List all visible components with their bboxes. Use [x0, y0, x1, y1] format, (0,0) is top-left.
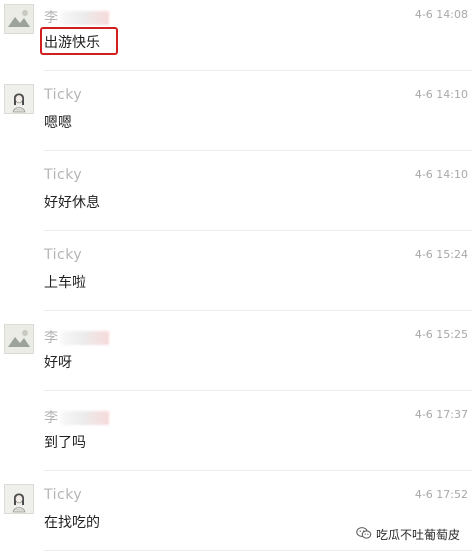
message-text: 好呀 [44, 355, 72, 371]
message-time: 4-6 17:52 [414, 488, 468, 501]
chat-history: 李 4-6 14:08 出游快乐 Ticky 4-6 14:10 嗯嗯 Tick… [0, 0, 472, 554]
red-highlight-box [40, 27, 118, 55]
message-row[interactable]: 李 4-6 15:25 好呀 [0, 320, 472, 400]
message-row[interactable]: Ticky 4-6 14:10 嗯嗯 [0, 80, 472, 160]
sender-name: Ticky [44, 167, 83, 183]
redacted-name-blur [60, 331, 109, 345]
message-text: 上车啦 [44, 275, 86, 291]
message-text: 到了吗 [44, 435, 86, 451]
message-separator [44, 70, 472, 71]
message-separator [44, 390, 472, 391]
message-time: 4-6 14:10 [414, 168, 468, 181]
message-time: 4-6 14:08 [414, 8, 468, 21]
sender-name-text: 李 [44, 10, 59, 26]
message-row[interactable]: Ticky 4-6 14:10 好好休息 [0, 160, 472, 240]
sender-name-text: 李 [44, 330, 59, 346]
message-separator [44, 550, 472, 551]
sender-name-text: 李 [44, 410, 59, 426]
girl-sketch-avatar-icon[interactable] [4, 84, 34, 114]
message-row[interactable]: Ticky 4-6 17:52 在找吃的 [0, 480, 472, 560]
sender-name: Ticky [44, 87, 83, 103]
message-time: 4-6 14:10 [414, 88, 468, 101]
message-time: 4-6 15:24 [414, 248, 468, 261]
message-row[interactable]: 李 4-6 17:37 到了吗 [0, 400, 472, 480]
message-row[interactable]: 李 4-6 14:08 出游快乐 [0, 0, 472, 80]
message-separator [44, 150, 472, 151]
redacted-name-blur [60, 11, 109, 25]
sender-name: 李 [44, 7, 109, 27]
watermark: 吃瓜不吐葡萄皮 [356, 524, 460, 544]
sender-name: Ticky [44, 247, 83, 263]
message-text: 在找吃的 [44, 515, 100, 531]
message-time: 4-6 15:25 [414, 328, 468, 341]
message-text: 好好休息 [44, 195, 100, 211]
message-separator [44, 230, 472, 231]
sender-name: 李 [44, 327, 109, 347]
landscape-avatar-icon[interactable] [4, 4, 34, 34]
message-separator [44, 310, 472, 311]
wechat-official-account-icon [356, 526, 372, 543]
redacted-name-blur [60, 411, 109, 425]
girl-sketch-avatar-icon[interactable] [4, 484, 34, 514]
message-text: 嗯嗯 [44, 115, 72, 131]
message-time: 4-6 17:37 [414, 408, 468, 421]
message-row[interactable]: Ticky 4-6 15:24 上车啦 [0, 240, 472, 320]
sender-name: Ticky [44, 487, 83, 503]
landscape-avatar-icon[interactable] [4, 324, 34, 354]
message-separator [44, 470, 472, 471]
sender-name: 李 [44, 407, 109, 427]
watermark-text: 吃瓜不吐葡萄皮 [376, 527, 461, 542]
